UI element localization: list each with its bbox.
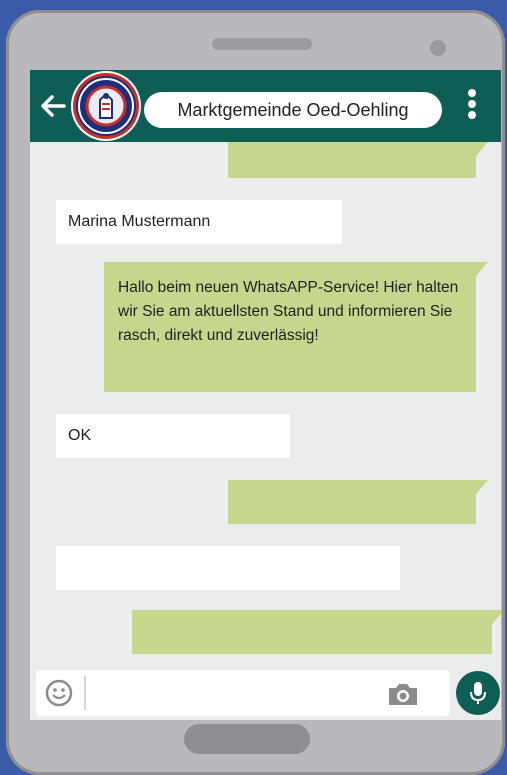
chat-screen: Marktgemeinde Oed-Oehling Marina Musterm… xyxy=(30,70,501,720)
message-input[interactable] xyxy=(92,676,386,712)
emoji-icon[interactable] xyxy=(44,678,74,708)
message-bubble-incoming xyxy=(56,546,400,590)
message-bubble-incoming: OK xyxy=(56,414,290,458)
message-bubble-outgoing xyxy=(228,480,488,524)
phone-speaker xyxy=(212,38,312,50)
phone-frame: Marktgemeinde Oed-Oehling Marina Musterm… xyxy=(6,10,505,775)
front-camera xyxy=(430,40,446,56)
municipal-crest-icon[interactable] xyxy=(76,76,136,136)
more-vertical-icon[interactable] xyxy=(462,86,482,126)
composer-divider xyxy=(84,676,86,710)
message-bubble-outgoing: Hallo beim neuen WhatsAPP-Service! Hier … xyxy=(104,262,488,392)
message-bubble-incoming: Marina Mustermann xyxy=(56,200,342,244)
message-bubble-outgoing xyxy=(132,610,501,654)
arrow-left-icon[interactable] xyxy=(36,88,72,124)
message-bubble-outgoing xyxy=(228,142,488,178)
home-button[interactable] xyxy=(184,724,310,754)
camera-icon[interactable] xyxy=(386,680,420,708)
chat-header: Marktgemeinde Oed-Oehling xyxy=(30,70,501,142)
message-composer xyxy=(36,670,450,716)
microphone-icon[interactable] xyxy=(456,671,500,715)
chat-title[interactable]: Marktgemeinde Oed-Oehling xyxy=(144,92,442,128)
